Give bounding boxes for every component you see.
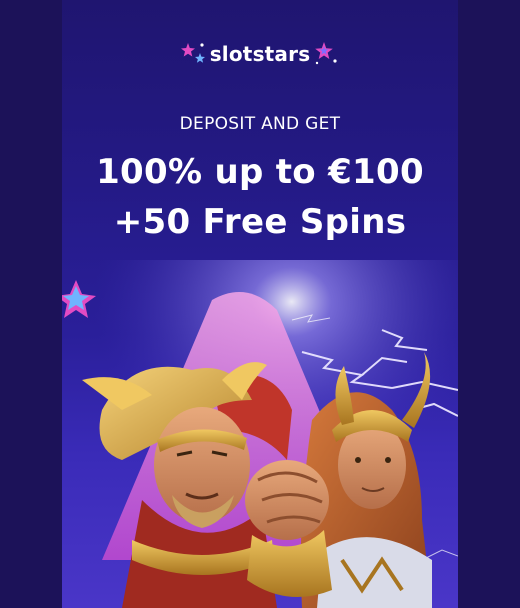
promo-banner[interactable]: slotstars DEPOSIT AND GET 100% up to €10… bbox=[62, 0, 458, 608]
promo-offer-headline: 100% up to €100 bbox=[96, 152, 424, 192]
brand-name: slotstars bbox=[209, 41, 311, 66]
page: slotstars DEPOSIT AND GET 100% up to €10… bbox=[0, 0, 520, 608]
promo-lead-text: DEPOSIT AND GET bbox=[179, 114, 341, 134]
star-icon bbox=[180, 41, 208, 67]
star-icon bbox=[312, 41, 340, 67]
promo-artwork bbox=[62, 260, 458, 608]
brand-logo: slotstars bbox=[62, 40, 458, 67]
promo-offer-spins: +50 Free Spins bbox=[113, 202, 407, 242]
